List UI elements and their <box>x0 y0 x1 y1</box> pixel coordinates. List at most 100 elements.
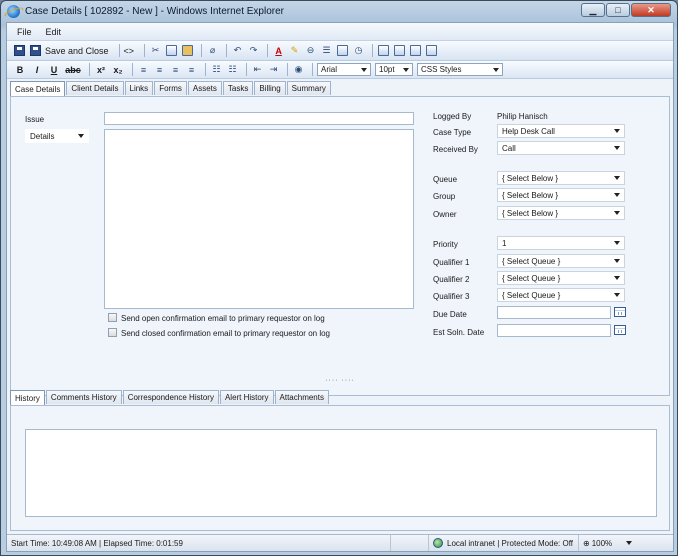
owner-value: { Select Below } <box>502 208 559 218</box>
toolbar-separator <box>287 63 288 76</box>
save-icon[interactable] <box>13 44 26 57</box>
save-close-icon[interactable] <box>29 44 42 57</box>
owner-select[interactable]: { Select Below } <box>497 206 625 220</box>
queue-select[interactable]: { Select Below } <box>497 171 625 185</box>
logged-by-label: Logged By <box>433 112 472 121</box>
subscript-button[interactable]: x₂ <box>111 65 125 75</box>
est-soln-date-input[interactable] <box>497 324 611 337</box>
priority-select[interactable]: 1 <box>497 236 625 250</box>
toolbar-separator <box>372 44 374 57</box>
paste-icon[interactable] <box>181 44 194 57</box>
tab-alert-history[interactable]: Alert History <box>219 390 274 404</box>
spell-check-icon[interactable] <box>409 44 422 57</box>
table-icon[interactable] <box>336 44 349 57</box>
case-type-select[interactable]: Help Desk Call <box>497 124 625 138</box>
print-preview-icon[interactable] <box>393 44 406 57</box>
menu-file[interactable]: File <box>17 27 32 37</box>
align-center-icon[interactable]: ≡ <box>153 63 166 76</box>
font-family-select[interactable]: Arial <box>317 63 371 76</box>
details-select[interactable]: Details <box>25 129 89 143</box>
received-by-select[interactable]: Call <box>497 141 625 155</box>
save-close-button[interactable]: Save and Close <box>45 46 109 56</box>
calendar-icon[interactable] <box>614 307 626 317</box>
horizontal-rule-icon[interactable]: ☰ <box>320 44 333 57</box>
qualifier-1-label: Qualifier 1 <box>433 258 470 267</box>
tab-billing[interactable]: Billing <box>254 81 286 95</box>
case-type-value: Help Desk Call <box>502 126 555 136</box>
chevron-down-icon <box>614 129 620 133</box>
group-select[interactable]: { Select Below } <box>497 188 625 202</box>
tab-client-details[interactable]: Client Details <box>66 81 124 95</box>
align-right-icon[interactable]: ≡ <box>169 63 182 76</box>
tab-assets[interactable]: Assets <box>187 81 222 95</box>
chevron-down-icon <box>614 293 620 297</box>
security-zone-status[interactable]: Local intranet | Protected Mode: Off <box>429 535 579 551</box>
source-toggle-button[interactable]: <> <box>124 46 135 56</box>
tab-summary[interactable]: Summary <box>286 81 331 95</box>
case-details-panel: Issue Details Send open confirmation ema… <box>10 96 670 396</box>
qualifier-2-select[interactable]: { Select Queue } <box>497 271 625 285</box>
history-panel <box>10 405 670 531</box>
toolbar-separator <box>144 44 146 57</box>
bold-button[interactable]: B <box>13 65 27 75</box>
issue-label: Issue <box>25 115 45 124</box>
qualifier-3-select[interactable]: { Select Queue } <box>497 288 625 302</box>
tab-links[interactable]: Links <box>124 81 154 95</box>
elapsed-time-status: Start Time: 10:49:08 AM | Elapsed Time: … <box>7 535 391 551</box>
cut-icon[interactable]: ✂ <box>149 44 162 57</box>
align-left-icon[interactable]: ≡ <box>137 63 150 76</box>
highlight-icon[interactable]: ✎ <box>288 44 301 57</box>
justify-icon[interactable]: ≡ <box>185 63 198 76</box>
qualifier-3-value: { Select Queue } <box>502 290 561 300</box>
copy-icon[interactable] <box>165 44 178 57</box>
outdent-icon[interactable]: ⇤ <box>251 63 264 76</box>
ie-logo-icon <box>7 4 20 18</box>
italic-button[interactable]: I <box>30 65 44 75</box>
case-type-label: Case Type <box>433 128 472 137</box>
undo-icon[interactable]: ↶ <box>231 44 244 57</box>
underline-button[interactable]: U <box>47 65 61 75</box>
tab-tasks[interactable]: Tasks <box>222 81 254 95</box>
numbered-list-icon[interactable]: ☷ <box>226 63 239 76</box>
image-icon[interactable]: ◉ <box>292 63 305 76</box>
menu-edit[interactable]: Edit <box>46 27 62 37</box>
font-color-icon[interactable]: A <box>272 44 285 57</box>
case-tabs: Case Details Client Details Links Forms … <box>10 81 332 96</box>
indent-icon[interactable]: ⇥ <box>267 63 280 76</box>
issue-input[interactable] <box>104 112 414 125</box>
css-styles-select[interactable]: CSS Styles <box>417 63 503 76</box>
toolbar-separator <box>226 44 228 57</box>
close-button[interactable]: ✕ <box>631 3 671 17</box>
tab-case-details[interactable]: Case Details <box>10 81 66 96</box>
superscript-button[interactable]: x² <box>94 65 108 75</box>
bullet-list-icon[interactable]: ☷ <box>210 63 223 76</box>
tab-attachments[interactable]: Attachments <box>274 390 329 404</box>
tab-correspondence-history[interactable]: Correspondence History <box>122 390 219 404</box>
calendar-icon[interactable] <box>614 325 626 335</box>
zoom-control[interactable]: ⊕ 100% <box>579 535 673 551</box>
link-icon[interactable]: ⊖ <box>304 44 317 57</box>
attach-icon[interactable]: ⌀ <box>206 44 219 57</box>
clock-icon[interactable]: ◷ <box>352 44 365 57</box>
panel-splitter[interactable]: ···· ···· <box>10 377 670 384</box>
document-icon[interactable] <box>425 44 438 57</box>
due-date-input[interactable] <box>497 306 611 319</box>
closed-confirmation-checkbox[interactable] <box>108 328 117 337</box>
tab-comments-history[interactable]: Comments History <box>45 390 122 404</box>
chevron-down-icon <box>614 211 620 215</box>
tab-history[interactable]: History <box>10 390 45 405</box>
page-content: File Edit Save and Close <> ✂ ⌀ ↶ ↷ A ✎ … <box>6 22 674 552</box>
strikethrough-button[interactable]: abc <box>64 65 82 75</box>
font-size-select[interactable]: 10pt <box>375 63 413 76</box>
open-confirmation-checkbox[interactable] <box>108 313 117 322</box>
qualifier-1-select[interactable]: { Select Queue } <box>497 254 625 268</box>
redo-icon[interactable]: ↷ <box>247 44 260 57</box>
chevron-down-icon <box>614 146 620 150</box>
history-content <box>25 429 657 517</box>
tab-forms[interactable]: Forms <box>154 81 187 95</box>
security-zone-text: Local intranet | Protected Mode: Off <box>447 538 573 548</box>
minimize-button[interactable]: ▁ <box>581 3 605 17</box>
maximize-button[interactable]: □ <box>606 3 630 17</box>
print-icon[interactable] <box>377 44 390 57</box>
issue-details-textarea[interactable] <box>104 129 414 309</box>
